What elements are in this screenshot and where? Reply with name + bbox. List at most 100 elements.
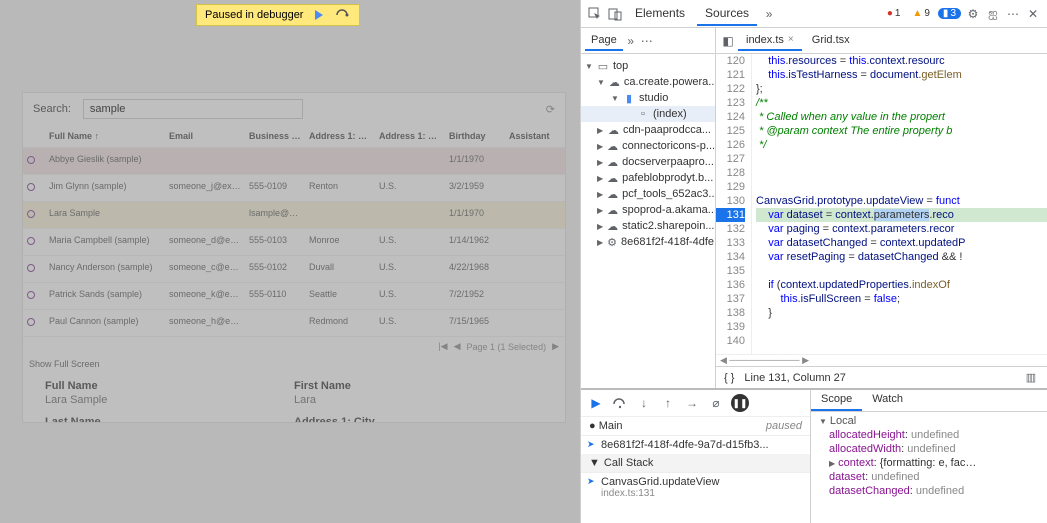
editor-scrollbar[interactable]: ◀ ─────────── ▶ — [716, 354, 1047, 366]
line-number[interactable]: 121 — [716, 68, 745, 82]
code-line: /** — [756, 96, 1047, 110]
info-badge[interactable]: ▮3 — [938, 8, 961, 19]
tree-item[interactable]: ▶⚙8e681f2f-418f-4dfe... — [581, 234, 715, 250]
thread-file[interactable]: 8e681f2f-418f-4dfe-9a7d-d15fb3... — [581, 436, 810, 454]
whatsnew-icon[interactable]: ஐ — [985, 6, 1001, 22]
step-into-icon[interactable]: ↓ — [635, 394, 653, 412]
scope-var[interactable]: datasetChanged: undefined — [815, 484, 1043, 498]
scope-var[interactable]: ▶context: {formatting: e, fac… — [815, 456, 1043, 470]
paused-overlay — [0, 0, 580, 523]
line-number[interactable]: 134 — [716, 250, 745, 264]
cloud-icon: ☁ — [607, 188, 618, 200]
settings-icon[interactable]: ⚙ — [965, 6, 981, 22]
code-editor[interactable]: this.resources = this.context.resourc th… — [752, 54, 1047, 354]
nav-menu-icon[interactable]: ⋯ — [639, 33, 655, 49]
tree-item[interactable]: ▶☁pafeblobprodyt.b... — [581, 170, 715, 186]
tree-item[interactable]: ▫(index) — [581, 106, 715, 122]
code-line: * Called when any value in the propert — [756, 110, 1047, 124]
debugger-resume-icon[interactable] — [311, 8, 327, 22]
tree-item[interactable]: ▶☁static2.sharepoin... — [581, 218, 715, 234]
warning-badge[interactable]: 9 — [908, 7, 933, 20]
deactivate-bp-icon[interactable]: ⌀ — [707, 394, 725, 412]
code-line: this.isFullScreen = false; — [756, 292, 1047, 306]
editor-tab-grid[interactable]: Grid.tsx — [804, 31, 858, 51]
scope-local-header[interactable]: ▼Local — [815, 414, 1043, 428]
line-number[interactable]: 137 — [716, 292, 745, 306]
more-icon[interactable]: ⋯ — [1005, 6, 1021, 22]
scope-var[interactable]: dataset: undefined — [815, 470, 1043, 484]
line-number[interactable]: 125 — [716, 124, 745, 138]
line-number[interactable]: 140 — [716, 334, 745, 348]
stack-frame[interactable]: CanvasGrid.updateView index.ts:131 — [581, 473, 810, 502]
debugger-step-icon[interactable] — [335, 8, 351, 22]
line-number[interactable]: 123 — [716, 96, 745, 110]
thread-row[interactable]: ● Main paused — [581, 417, 810, 436]
tree-item[interactable]: ▶☁cdn-paaprodcca... — [581, 122, 715, 138]
devtools-topbar: Elements Sources » 1 9 ▮3 ⚙ ஐ ⋯ ✕ — [581, 0, 1047, 28]
watch-tab[interactable]: Watch — [862, 390, 913, 411]
step-icon[interactable]: → — [683, 394, 701, 412]
line-number[interactable]: 130 — [716, 194, 745, 208]
close-devtools-icon[interactable]: ✕ — [1025, 6, 1041, 22]
tree-top[interactable]: ▼▭top — [581, 58, 715, 74]
nav-left-icon[interactable]: ◧ — [720, 33, 736, 49]
code-line — [756, 152, 1047, 166]
tree-item[interactable]: ▶☁connectoricons-p... — [581, 138, 715, 154]
pause-icon[interactable]: ❚❚ — [731, 394, 749, 412]
page-tab[interactable]: Page — [585, 31, 623, 51]
line-number[interactable]: 122 — [716, 82, 745, 96]
coverage-icon[interactable]: ▥ — [1023, 370, 1039, 386]
tree-item[interactable]: ▶☁docserverpaapro... — [581, 154, 715, 170]
tree-item[interactable]: ▼▮studio — [581, 90, 715, 106]
code-line: var datasetChanged = context.updatedP — [756, 236, 1047, 250]
editor-tab-index[interactable]: index.ts× — [738, 31, 802, 51]
code-line — [756, 320, 1047, 334]
line-number[interactable]: 136 — [716, 278, 745, 292]
line-number[interactable]: 133 — [716, 236, 745, 250]
more-tabs-icon[interactable]: » — [761, 6, 777, 22]
line-number[interactable]: 135 — [716, 264, 745, 278]
cursor-position: Line 131, Column 27 — [744, 372, 846, 384]
editor-pane: ◧ index.ts× Grid.tsx 1201211221231241251… — [716, 28, 1047, 388]
line-number[interactable]: 128 — [716, 166, 745, 180]
editor-status: { } Line 131, Column 27 ▥ — [716, 366, 1047, 388]
file-icon: ▫ — [637, 108, 649, 120]
step-out-icon[interactable]: ↑ — [659, 394, 677, 412]
close-tab-icon[interactable]: × — [788, 34, 794, 45]
pretty-print-icon[interactable]: { } — [724, 372, 734, 384]
call-stack-header[interactable]: ▼Call Stack — [581, 454, 810, 473]
line-number[interactable]: 120 — [716, 54, 745, 68]
resume-icon[interactable]: ▶ — [587, 394, 605, 412]
error-badge[interactable]: 1 — [883, 7, 905, 20]
tab-sources[interactable]: Sources — [697, 2, 757, 26]
debugger-pane: ▶ ↓ ↑ → ⌀ ❚❚ ● Main paused 8e681f2f-418f… — [581, 390, 811, 523]
tree-item[interactable]: ▶☁pcf_tools_652ac3... — [581, 186, 715, 202]
line-number[interactable]: 126 — [716, 138, 745, 152]
scope-var[interactable]: allocatedHeight: undefined — [815, 428, 1043, 442]
device-icon[interactable] — [607, 6, 623, 22]
inspect-icon[interactable] — [587, 6, 603, 22]
tab-elements[interactable]: Elements — [627, 2, 693, 26]
cloud-icon: ☁ — [607, 204, 618, 216]
line-number[interactable]: 139 — [716, 320, 745, 334]
line-number[interactable]: 124 — [716, 110, 745, 124]
code-line: } — [756, 306, 1047, 320]
more-nav-icon[interactable]: » — [623, 33, 639, 49]
tree-item[interactable]: ▼☁ca.create.powera... — [581, 74, 715, 90]
line-number[interactable]: 138 — [716, 306, 745, 320]
line-number[interactable]: 127 — [716, 152, 745, 166]
code-line: var resetPaging = datasetChanged && ! — [756, 250, 1047, 264]
line-number[interactable]: 129 — [716, 180, 745, 194]
step-over-icon[interactable] — [611, 394, 629, 412]
cloud-icon: ☁ — [607, 220, 618, 232]
cloud-icon: ☁ — [607, 156, 618, 168]
code-line — [756, 166, 1047, 180]
line-number[interactable]: 131 — [716, 208, 745, 222]
code-line: }; — [756, 82, 1047, 96]
tree-item[interactable]: ▶☁spoprod-a.akama... — [581, 202, 715, 218]
line-number[interactable]: 132 — [716, 222, 745, 236]
cloud-icon: ☁ — [609, 76, 620, 88]
scope-var[interactable]: allocatedWidth: undefined — [815, 442, 1043, 456]
scope-tab[interactable]: Scope — [811, 390, 862, 411]
folder-icon: ▮ — [623, 92, 635, 104]
